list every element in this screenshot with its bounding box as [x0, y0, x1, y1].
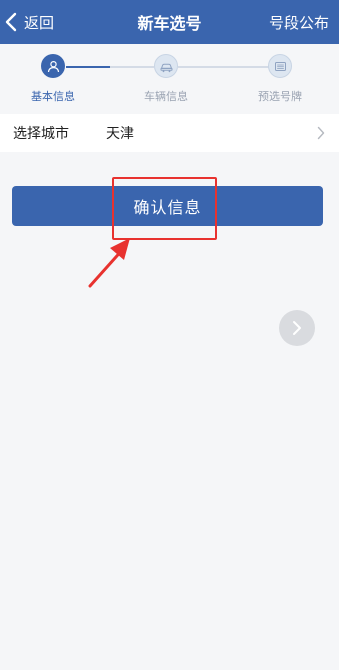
city-label: 选择城市: [13, 126, 69, 142]
confirm-info-button[interactable]: 确认信息: [12, 186, 323, 226]
back-button[interactable]: 返回: [4, 0, 54, 44]
back-label: 返回: [24, 13, 55, 32]
chevron-right-icon: [317, 126, 325, 140]
step-vehicle-info: 车辆信息: [126, 54, 206, 104]
step-preselect-plate: 预选号牌: [240, 54, 320, 104]
city-select-row[interactable]: 选择城市 天津: [0, 114, 339, 152]
step-label: 车辆信息: [144, 90, 188, 103]
page-title: 新车选号: [137, 14, 202, 33]
chevron-left-icon: [5, 12, 17, 32]
chevron-right-icon: [293, 321, 301, 335]
step-basic-info: 基本信息: [13, 54, 93, 104]
user-icon: [41, 54, 65, 78]
step-label: 基本信息: [31, 90, 75, 103]
float-next-button[interactable]: [279, 310, 315, 346]
progress-steps: 基本信息 车辆信息 预选号牌: [0, 44, 339, 114]
city-value: 天津: [106, 126, 134, 142]
pointer-arrow-icon: [88, 238, 130, 288]
number-segment-link[interactable]: 号段公布: [269, 0, 329, 44]
app-header: 返回 新车选号 号段公布: [0, 0, 339, 44]
step-label: 预选号牌: [258, 90, 302, 103]
car-icon: [154, 54, 178, 78]
plate-icon: [268, 54, 292, 78]
